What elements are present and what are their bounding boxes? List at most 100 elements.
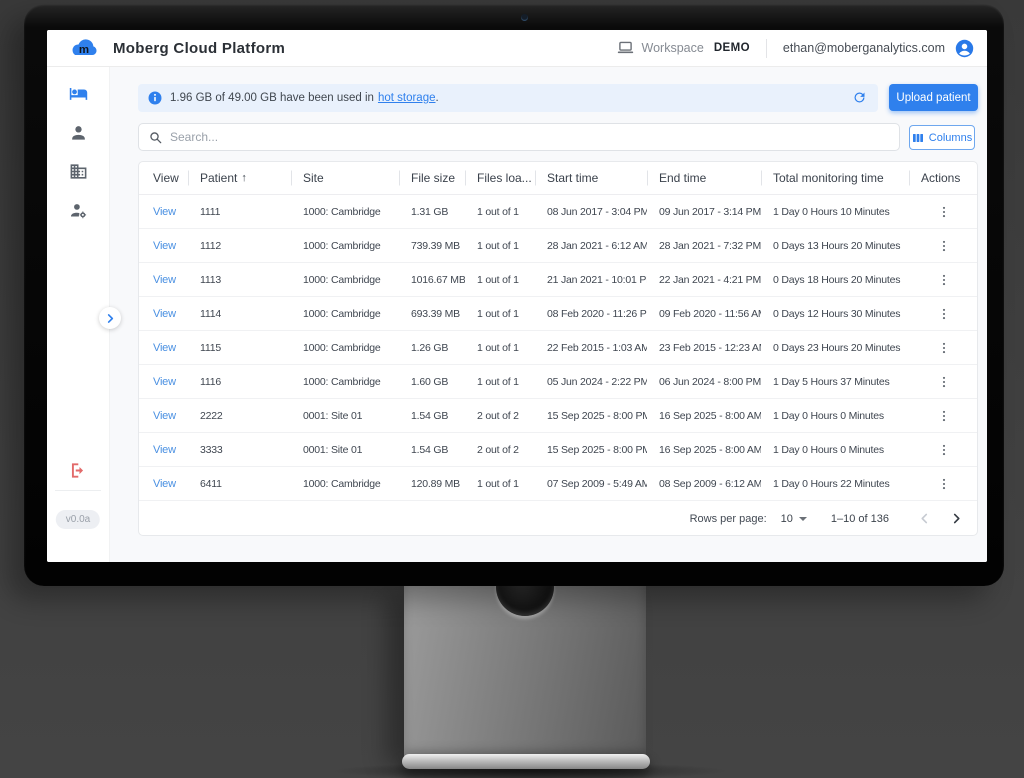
column-header-end-time[interactable]: End time (647, 162, 761, 194)
cell-patient: 6411 (188, 478, 291, 490)
cell-start-time: 15 Sep 2025 - 8:00 PM (535, 444, 647, 456)
row-actions-button[interactable] (936, 238, 952, 254)
account-circle-icon[interactable] (955, 39, 974, 58)
refresh-icon (852, 90, 867, 105)
previous-page-button[interactable] (915, 510, 933, 528)
storage-message: 1.96 GB of 49.00 GB have been used in (170, 92, 374, 104)
column-header-total-monitoring-time[interactable]: Total monitoring time (761, 162, 909, 194)
hot-storage-link[interactable]: hot storage (378, 92, 436, 104)
kebab-menu-icon (937, 375, 951, 389)
sidebar-item-patients[interactable] (68, 83, 88, 103)
refresh-button[interactable] (852, 90, 868, 106)
cell-end-time: 28 Jan 2021 - 7:32 PM (647, 240, 761, 252)
view-link[interactable]: View (153, 342, 176, 354)
next-page-button[interactable] (947, 510, 965, 528)
cell-start-time: 21 Jan 2021 - 10:01 PM (535, 274, 647, 286)
laptop-icon (617, 41, 634, 55)
column-header-start-time[interactable]: Start time (535, 162, 647, 194)
view-link[interactable]: View (153, 376, 176, 388)
chevron-right-icon (952, 513, 961, 524)
sidebar-item-user-management[interactable] (68, 200, 88, 220)
table-row: View64111000: Cambridge120.89 MB1 out of… (139, 467, 977, 501)
column-header-site[interactable]: Site (291, 162, 399, 194)
cell-file-size: 739.39 MB (399, 240, 465, 252)
cell-site: 1000: Cambridge (291, 478, 399, 490)
table-header-row: ViewPatient↑SiteFile sizeFiles loa...Sta… (139, 162, 977, 195)
view-link[interactable]: View (153, 274, 176, 286)
columns-icon (912, 132, 924, 144)
cell-patient: 1114 (188, 308, 291, 320)
view-link[interactable]: View (153, 206, 176, 218)
cell-end-time: 08 Sep 2009 - 6:12 AM (647, 478, 761, 490)
cell-total-monitoring-time: 0 Days 18 Hours 20 Minutes (761, 274, 909, 286)
sidebar-item-sites[interactable] (68, 161, 88, 181)
kebab-menu-icon (937, 307, 951, 321)
column-header-patient[interactable]: Patient↑ (188, 162, 291, 194)
row-actions-button[interactable] (936, 340, 952, 356)
cell-patient: 2222 (188, 410, 291, 422)
row-actions-button[interactable] (936, 204, 952, 220)
pagination-range: 1–10 of 136 (831, 513, 889, 525)
cell-files-loaded: 2 out of 2 (465, 410, 535, 422)
columns-button-label: Columns (929, 132, 972, 144)
cell-files-loaded: 1 out of 1 (465, 342, 535, 354)
table-row: View11121000: Cambridge739.39 MB1 out of… (139, 229, 977, 263)
user-settings-icon (69, 201, 88, 220)
cell-total-monitoring-time: 0 Days 13 Hours 20 Minutes (761, 240, 909, 252)
row-actions-button[interactable] (936, 408, 952, 424)
cell-actions (909, 374, 978, 390)
monitor-stand-base (402, 754, 650, 769)
rows-per-page-select[interactable]: 10 (781, 513, 807, 525)
search-input[interactable] (170, 130, 889, 144)
view-link[interactable]: View (153, 478, 176, 490)
cell-file-size: 1.54 GB (399, 410, 465, 422)
cloud-logo-icon: m (69, 37, 99, 59)
row-actions-button[interactable] (936, 442, 952, 458)
cell-end-time: 16 Sep 2025 - 8:00 AM (647, 410, 761, 422)
svg-text:m: m (79, 44, 89, 56)
column-header-view[interactable]: View (139, 162, 188, 194)
row-actions-button[interactable] (936, 476, 952, 492)
cell-start-time: 15 Sep 2025 - 8:00 PM (535, 410, 647, 422)
sidebar-item-people[interactable] (68, 122, 88, 142)
search-icon (149, 131, 162, 144)
view-link[interactable]: View (153, 240, 176, 252)
cell-total-monitoring-time: 0 Days 12 Hours 30 Minutes (761, 308, 909, 320)
view-link[interactable]: View (153, 410, 176, 422)
cell-files-loaded: 1 out of 1 (465, 478, 535, 490)
building-icon (69, 162, 88, 181)
columns-button[interactable]: Columns (909, 125, 975, 150)
cell-view: View (139, 410, 188, 422)
column-header-file-size[interactable]: File size (399, 162, 465, 194)
view-link[interactable]: View (153, 308, 176, 320)
kebab-menu-icon (937, 239, 951, 253)
rows-per-page-value: 10 (781, 513, 793, 525)
column-header-actions[interactable]: Actions (909, 162, 978, 194)
sidebar-expand-button[interactable] (99, 307, 121, 329)
column-header-files-loa[interactable]: Files loa... (465, 162, 535, 194)
workspace-name[interactable]: DEMO (714, 42, 750, 54)
upload-patient-button[interactable]: Upload patient (889, 84, 978, 111)
cell-patient: 1116 (188, 376, 291, 388)
pagination-bar: Rows per page: 10 1–10 of 136 (139, 501, 977, 536)
kebab-menu-icon (937, 205, 951, 219)
storage-banner: 1.96 GB of 49.00 GB have been used in ho… (138, 84, 878, 112)
cell-actions (909, 408, 978, 424)
cell-end-time: 09 Feb 2020 - 11:56 AM (647, 308, 761, 320)
cell-view: View (139, 308, 188, 320)
cell-start-time: 08 Feb 2020 - 11:26 PM (535, 308, 647, 320)
logout-button[interactable] (68, 461, 88, 481)
row-actions-button[interactable] (936, 374, 952, 390)
cell-view: View (139, 342, 188, 354)
cell-file-size: 1.54 GB (399, 444, 465, 456)
cell-actions (909, 442, 978, 458)
row-actions-button[interactable] (936, 272, 952, 288)
monitor-stand (404, 586, 646, 756)
view-link[interactable]: View (153, 444, 176, 456)
info-icon (148, 91, 162, 105)
row-actions-button[interactable] (936, 306, 952, 322)
chevron-right-icon (106, 314, 115, 323)
cell-start-time: 22 Feb 2015 - 1:03 AM (535, 342, 647, 354)
bed-icon (69, 84, 88, 103)
cell-total-monitoring-time: 1 Day 0 Hours 0 Minutes (761, 444, 909, 456)
